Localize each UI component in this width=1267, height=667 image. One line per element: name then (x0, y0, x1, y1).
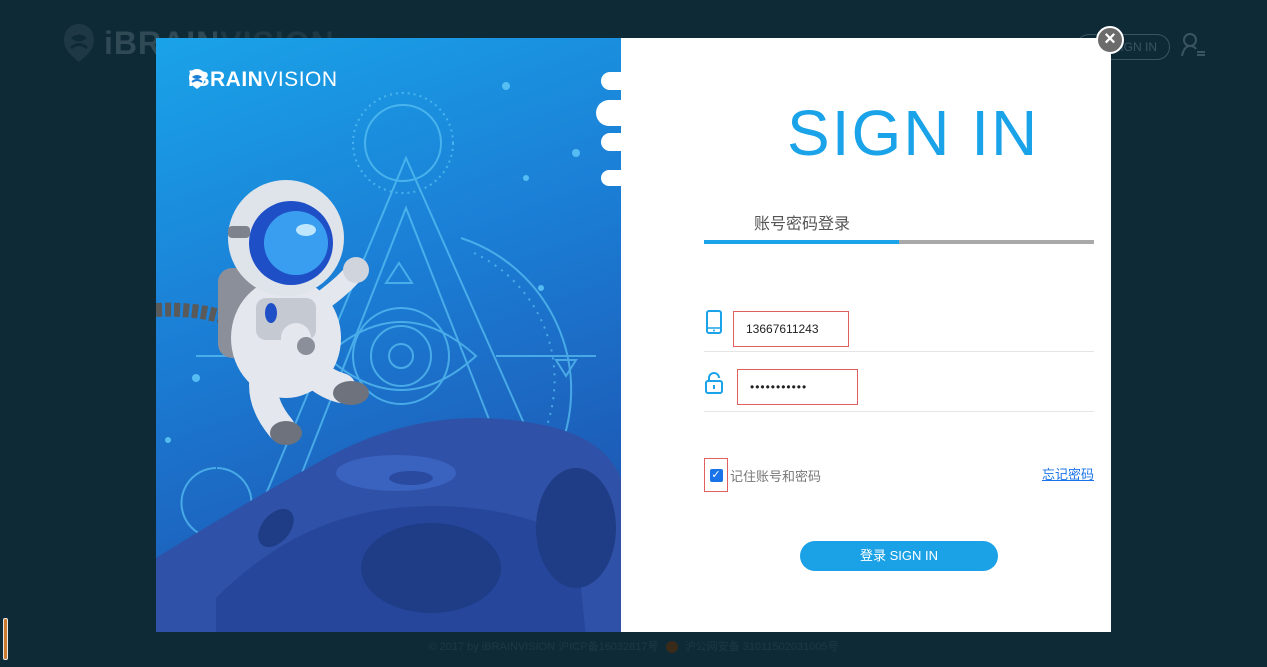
tab-indicator-bar (704, 240, 1094, 244)
astronaut-illustration: iBRAINVISION (156, 38, 621, 632)
lock-icon (705, 372, 723, 394)
logo-mark-icon (64, 24, 94, 62)
forgot-password-link[interactable]: 忘记密码 (1042, 464, 1094, 483)
password-input[interactable] (737, 369, 858, 405)
footer-copyright: © 2017 by iBRAINVISION 沪ICP备16032817号 (428, 641, 659, 653)
tab-account-password[interactable]: 账号密码登录 (754, 210, 850, 234)
phone-input[interactable] (733, 311, 849, 347)
close-button[interactable]: × (1096, 26, 1124, 54)
remember-label[interactable]: 记住账号和密码 (730, 466, 821, 485)
signin-title: SIGN IN (787, 97, 1040, 169)
illustration-art (156, 72, 621, 632)
close-icon: × (1104, 28, 1116, 50)
footer-record: 沪公网安备 31011502031005号 (684, 641, 839, 653)
tab-active-indicator (704, 240, 899, 244)
police-emblem-icon (665, 641, 678, 654)
password-underline (704, 411, 1094, 412)
phone-icon (706, 310, 722, 334)
signin-modal: iBRAINVISION × SIGN IN 账号密码登录 ✓ (156, 26, 1124, 632)
remember-row: ✓ 记住账号和密码 (704, 458, 821, 492)
brand-wordmark: iBRAINVISION (188, 68, 338, 91)
brand-logo-icon (189, 69, 205, 89)
signin-form: SIGN IN 账号密码登录 ✓ 记住账号和密码 忘记密码 登 (621, 38, 1111, 632)
login-button[interactable]: 登录 SIGN IN (800, 541, 998, 571)
side-scroll-handle[interactable] (3, 618, 8, 660)
user-switch-icon (1181, 33, 1205, 57)
page-footer: © 2017 by iBRAINVISION 沪ICP备16032817号 沪公… (0, 638, 1267, 654)
modal-brand: iBRAINVISION (188, 68, 338, 92)
remember-checkbox[interactable]: ✓ (704, 458, 728, 492)
checkmark-icon: ✓ (709, 468, 723, 482)
phone-underline (704, 351, 1094, 352)
